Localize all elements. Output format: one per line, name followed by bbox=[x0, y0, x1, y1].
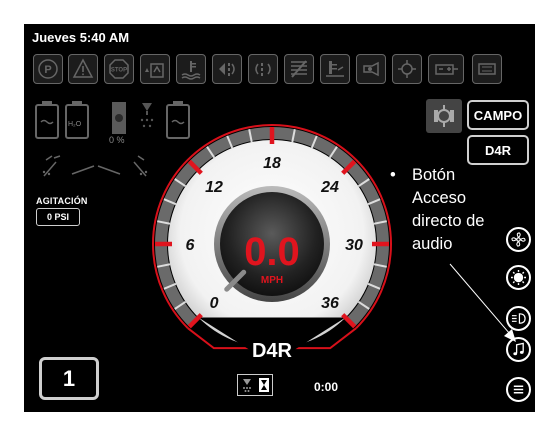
warning-triangle-icon bbox=[68, 54, 98, 84]
water-temp-icon bbox=[176, 54, 206, 84]
tick-label: 0 bbox=[210, 295, 219, 312]
stop-icon: STOP bbox=[104, 54, 134, 84]
parking-brake-icon: P bbox=[33, 54, 63, 84]
annotation-arrow bbox=[449, 263, 516, 342]
annotation-line-2: Acceso bbox=[412, 189, 467, 207]
svg-text:STOP: STOP bbox=[111, 68, 127, 74]
transmission-icon bbox=[356, 54, 386, 84]
annotation-bullet: • bbox=[390, 166, 396, 184]
tick-label: 12 bbox=[205, 179, 223, 196]
hydraulic-level-icon bbox=[320, 54, 350, 84]
tick-label: 36 bbox=[321, 295, 339, 312]
svg-text:P: P bbox=[44, 64, 51, 76]
fan-icon-small bbox=[112, 102, 126, 134]
engine-oil-icon bbox=[392, 54, 422, 84]
tick-label: 24 bbox=[320, 179, 339, 196]
tick-label: 6 bbox=[186, 237, 195, 254]
gear-display: D4R bbox=[251, 340, 292, 362]
water-tank-label: H₂O bbox=[68, 121, 82, 128]
annotation-line-3: directo de bbox=[412, 212, 485, 230]
agitation-value[interactable]: 0 PSI bbox=[36, 208, 80, 226]
fan-percent: 0 % bbox=[109, 135, 125, 145]
dpf-icon bbox=[472, 54, 502, 84]
annotation-line-1: Botón bbox=[412, 166, 456, 184]
tick-label: 18 bbox=[263, 155, 281, 172]
tick-label: 30 bbox=[345, 237, 363, 254]
date-time: Jueves 5:40 AM bbox=[32, 30, 130, 45]
timer-value: 0:00 bbox=[314, 380, 339, 394]
fuel-tank-icon bbox=[35, 101, 59, 139]
display-screen: Jueves 5:40 AM P STOP H₂O 0 % AGITACIÓN … bbox=[24, 24, 535, 412]
speed-unit: MPH bbox=[260, 275, 284, 286]
campo-button[interactable]: CAMPO bbox=[467, 100, 529, 130]
gear-counter-button[interactable]: 1 bbox=[39, 357, 99, 400]
water-tank-icon bbox=[65, 101, 89, 139]
menu-icon[interactable] bbox=[506, 377, 531, 402]
turn-signal-left-icon bbox=[212, 54, 242, 84]
speed-value: 0.0 bbox=[244, 230, 300, 274]
annotation-line-4: audio bbox=[412, 235, 453, 253]
timer-icon[interactable] bbox=[237, 374, 273, 396]
boom-sections-icon bbox=[42, 155, 148, 177]
fan-icon[interactable] bbox=[506, 227, 531, 252]
steering-mode-icon[interactable] bbox=[426, 99, 462, 133]
agitation-label: AGITACIÓN bbox=[36, 196, 88, 206]
battery-charge-icon bbox=[428, 54, 464, 84]
d4r-button[interactable]: D4R bbox=[467, 135, 529, 165]
fuel-water-icon bbox=[140, 54, 170, 84]
turn-signal-both-icon bbox=[248, 54, 278, 84]
air-filter-icon bbox=[284, 54, 314, 84]
